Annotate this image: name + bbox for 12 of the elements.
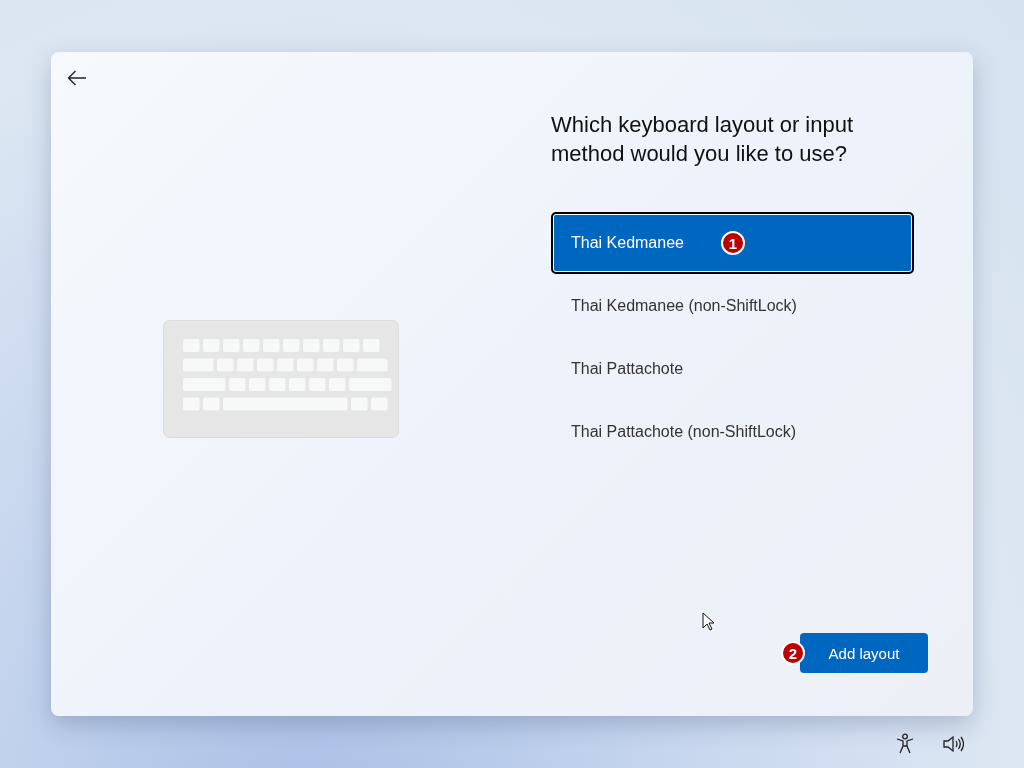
page-heading: Which keyboard layout or input method would you like to use? — [551, 111, 855, 168]
add-layout-button[interactable]: Add layout — [800, 633, 928, 673]
layout-option[interactable]: Thai Kedmanee 1 — [551, 212, 914, 274]
step-badge: 1 — [721, 231, 745, 255]
mouse-pointer-icon — [702, 612, 716, 632]
layout-option[interactable]: Thai Kedmanee (non-ShiftLock) — [551, 275, 914, 337]
layout-option[interactable]: Thai Pattachote (non-ShiftLock) — [551, 401, 914, 463]
back-arrow-icon — [67, 70, 87, 86]
accessibility-icon[interactable] — [895, 733, 915, 755]
layout-option[interactable]: Thai Pattachote — [551, 338, 914, 400]
speaker-icon[interactable] — [942, 733, 964, 755]
step-badge: 2 — [781, 641, 805, 665]
